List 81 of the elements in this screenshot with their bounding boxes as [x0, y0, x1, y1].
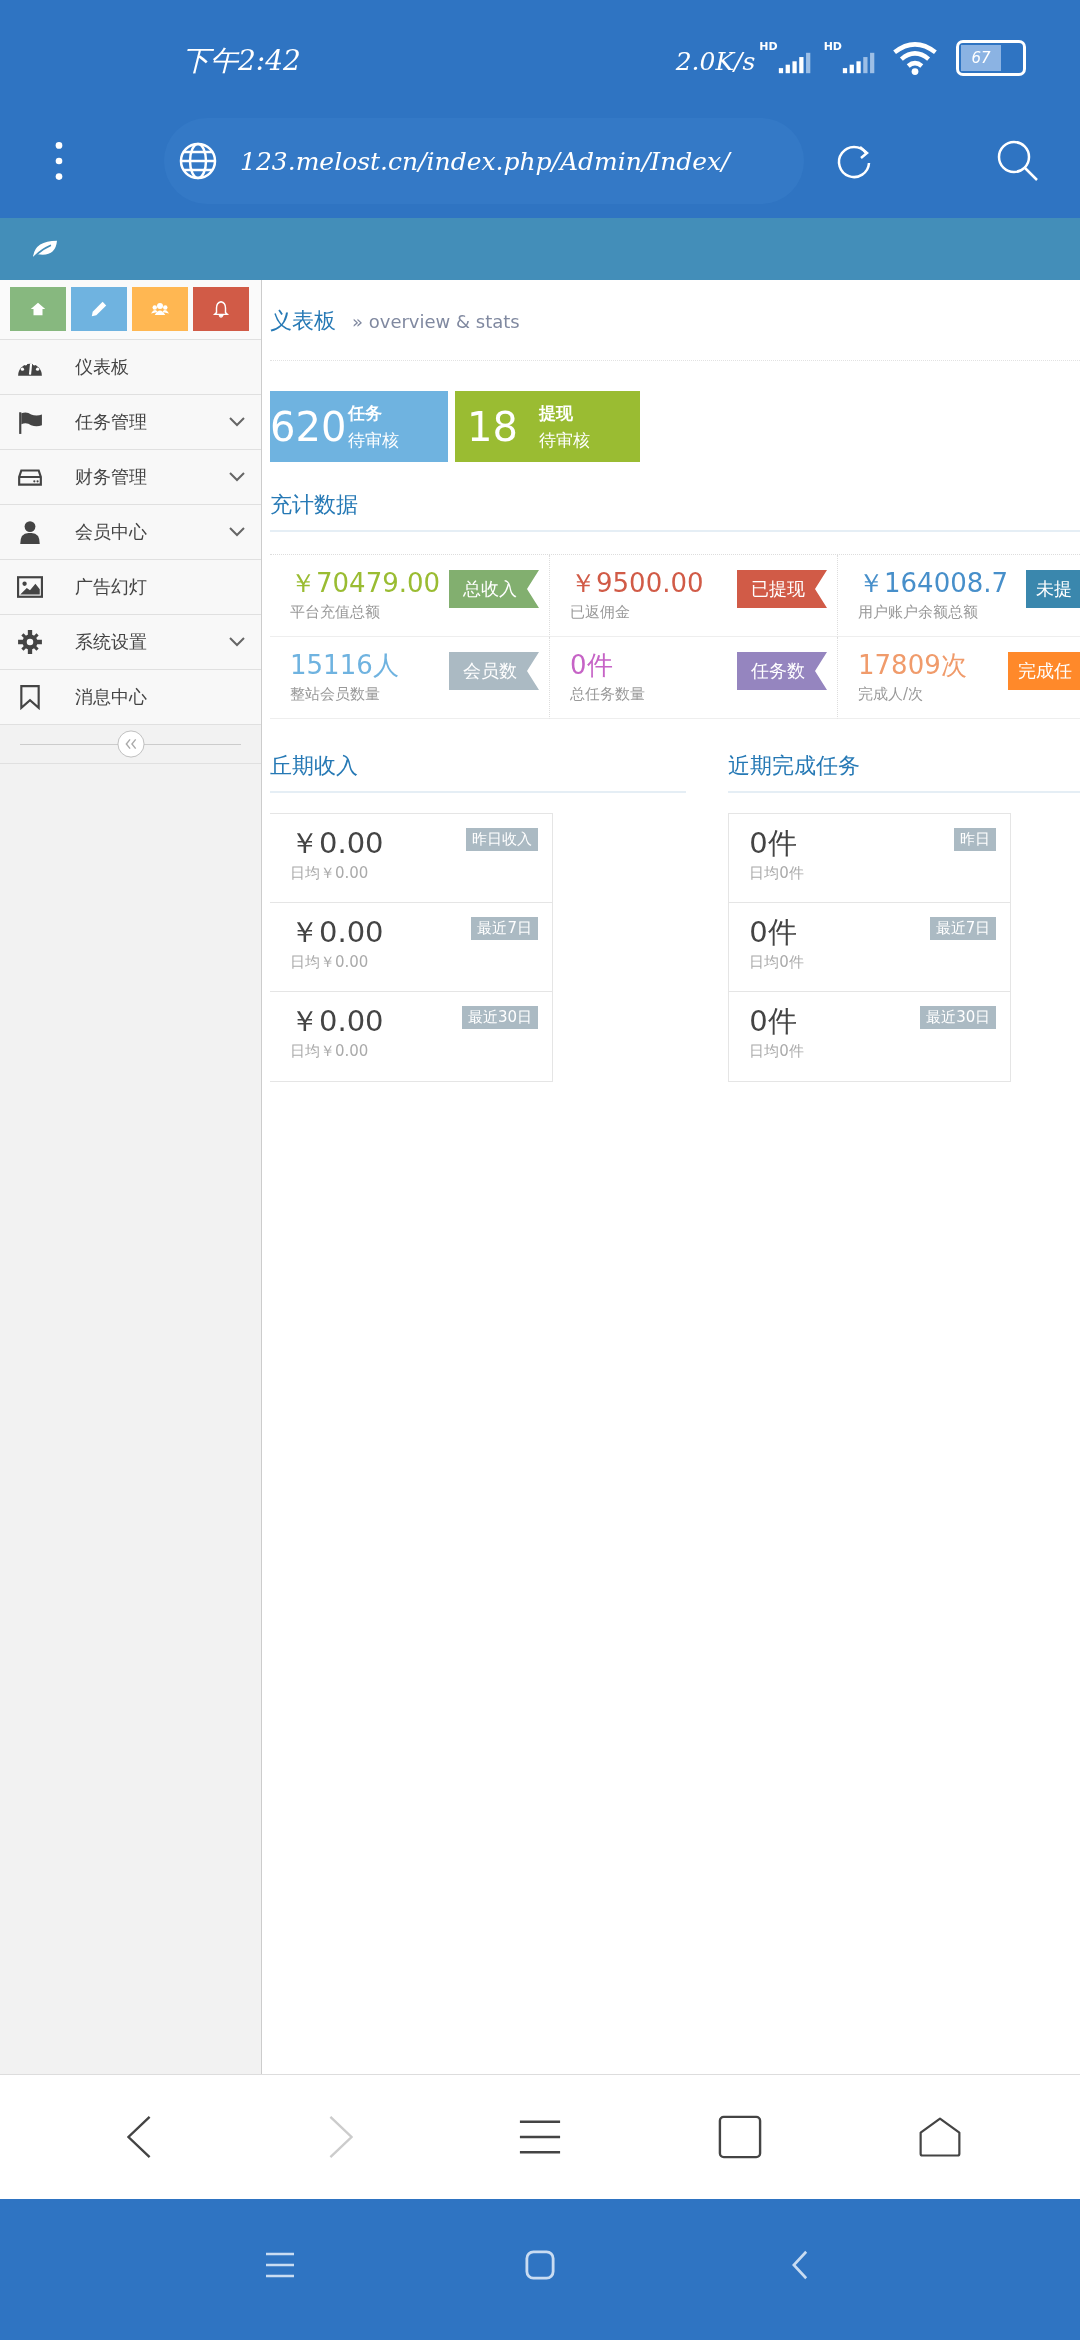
page-subtitle: » overview & stats — [352, 310, 520, 332]
daily-average: 日均0件 — [749, 864, 804, 883]
stat-value: ￥70479.00 — [290, 567, 441, 600]
summary-value: 0件 — [749, 825, 797, 862]
stat-label: 平台充值总额 — [290, 603, 380, 622]
pencil-icon — [90, 300, 108, 318]
page-title: 义表板 — [270, 307, 336, 335]
globe-icon — [178, 141, 218, 181]
tile-subtitle: 待审核 — [348, 428, 400, 452]
address-bar[interactable]: 123.melost.cn/index.php/Admin/Index/ — [164, 118, 804, 204]
stat-label: 总任务数量 — [570, 685, 645, 704]
menu-item[interactable]: 财务管理 — [0, 450, 261, 505]
menu-item[interactable]: 会员中心 — [0, 505, 261, 560]
signal-icon — [842, 51, 876, 75]
section-title: 近期完成任务 — [728, 752, 862, 780]
tile-title: 提现 — [539, 401, 574, 425]
flag-icon — [17, 409, 43, 435]
stat-label: 已返佣金 — [570, 603, 630, 622]
bell-icon — [212, 300, 230, 318]
period-badge: 最近30日 — [461, 1006, 538, 1029]
stat-badge: 已提现 — [737, 570, 827, 608]
summary-value: 0件 — [749, 914, 797, 951]
stat-value: 15116人 — [290, 649, 399, 682]
users-shortcut-button[interactable] — [132, 287, 188, 331]
tile-count: 620 — [270, 403, 347, 450]
user-icon — [17, 519, 43, 545]
home-icon — [29, 300, 47, 318]
status-time: 下午2:42 — [182, 43, 301, 79]
users-icon — [151, 300, 169, 318]
signal-icon — [777, 51, 812, 75]
stat-label: 完成人/次 — [858, 685, 924, 704]
summary-value: 0件 — [749, 1003, 797, 1040]
stat-badge: 总收入 — [449, 570, 539, 608]
menu-item[interactable]: 系统设置 — [0, 615, 261, 670]
period-badge: 昨日 — [954, 828, 997, 851]
sim-label: HD — [759, 41, 778, 53]
bell-shortcut-button[interactable] — [193, 287, 249, 331]
tile-subtitle: 待审核 — [539, 428, 590, 452]
period-badge: 最近30日 — [920, 1006, 997, 1029]
daily-average: 日均0件 — [749, 953, 804, 972]
summary-value: ￥0.00 — [290, 914, 384, 951]
gear-icon — [17, 629, 43, 655]
tile-count: 18 — [467, 403, 519, 450]
image-icon — [17, 574, 43, 600]
daily-average: 日均￥0.00 — [290, 1042, 369, 1061]
period-badge: 最近7日 — [929, 917, 997, 940]
more-icon[interactable] — [54, 141, 64, 181]
daily-average: 日均0件 — [749, 1042, 804, 1061]
daily-average: 日均￥0.00 — [290, 953, 369, 972]
section-title: 充计数据 — [270, 491, 359, 519]
section-title: 丘期收入 — [270, 752, 359, 780]
sim-label: HD — [823, 41, 842, 53]
daily-average: 日均￥0.00 — [290, 864, 369, 883]
summary-value: ￥0.00 — [290, 1003, 384, 1040]
battery-icon: 67 — [956, 40, 1026, 76]
search-icon[interactable] — [996, 139, 1040, 183]
bookmark-icon — [17, 684, 43, 710]
stat-badge: 会员数 — [449, 652, 539, 690]
tabs-icon[interactable] — [718, 2113, 762, 2161]
stat-label: 用户账户余额总额 — [858, 603, 978, 622]
edit-shortcut-button[interactable] — [71, 287, 127, 331]
wifi-icon — [892, 41, 938, 75]
menu-item[interactable]: 仪表板 — [0, 340, 261, 395]
stat-label: 整站会员数量 — [290, 685, 380, 704]
menu-item[interactable]: 任务管理 — [0, 395, 261, 450]
collapse-icon[interactable] — [116, 730, 145, 758]
stat-value: 17809次 — [858, 649, 967, 682]
period-badge: 最近7日 — [471, 917, 538, 940]
menu-item[interactable]: 广告幻灯 — [0, 560, 261, 615]
network-speed: 2.0K/s — [675, 46, 756, 76]
period-badge: 昨日收入 — [466, 828, 538, 851]
stat-badge: 未提 — [1026, 570, 1080, 608]
home-shortcut-button[interactable] — [10, 287, 66, 331]
stat-value: ￥9500.00 — [570, 567, 704, 600]
tile-title: 任务 — [348, 401, 384, 425]
summary-value: ￥0.00 — [290, 825, 384, 862]
menu-item[interactable]: 消息中心 — [0, 670, 261, 725]
stat-value: ￥164008.7 — [858, 567, 1009, 600]
stat-badge: 任务数 — [737, 652, 827, 690]
stat-value: 0件 — [570, 649, 613, 682]
stat-badge: 完成任 — [1008, 652, 1080, 690]
